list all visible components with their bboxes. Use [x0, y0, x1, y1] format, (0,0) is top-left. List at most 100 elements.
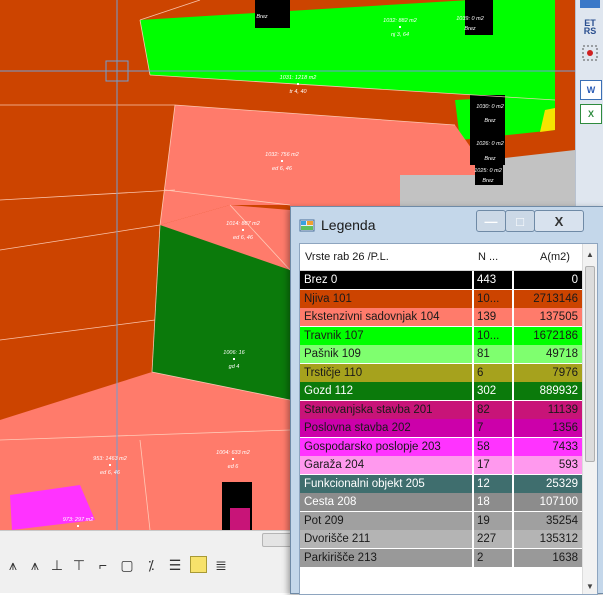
legend-row[interactable]: Garaža 204 17 593 — [300, 456, 582, 475]
tool-10-icon[interactable]: ≣ — [212, 556, 230, 574]
legend-cell-name: Travnik 107 — [300, 326, 472, 345]
tool-1-icon[interactable]: ⩚ — [4, 556, 22, 574]
legend-row[interactable]: Gospodarsko poslopje 203 58 7433 — [300, 437, 582, 457]
toolbar-top-icon[interactable] — [580, 0, 600, 8]
parcel-centroid-marker — [281, 160, 283, 162]
rs-label: RS — [583, 26, 597, 36]
legend-window[interactable]: Legenda — □ X Vrste rab 26 /P.L. N ... A… — [290, 206, 603, 595]
tool-2-icon[interactable]: ⩚ — [26, 556, 44, 574]
parcel-area-label: 1014: 887 m2 — [226, 221, 260, 227]
close-button[interactable]: X — [534, 210, 584, 232]
word-icon: W — [586, 85, 596, 95]
legend-cell-area: 137505 — [514, 308, 582, 326]
legend-row[interactable]: Pašnik 109 81 49718 — [300, 345, 582, 364]
parcel-area-label: 1006: 16 — [223, 350, 245, 356]
legend-title: Legenda — [321, 217, 376, 233]
parcel-centroid-marker — [109, 464, 111, 466]
legend-row[interactable]: Gozd 112 302 889932 — [300, 382, 582, 401]
legend-cell-area: 1638 — [514, 548, 582, 567]
minimize-icon: — — [484, 213, 498, 229]
parcel-centroid-marker — [297, 83, 299, 85]
parcel-code-label: ed 6, 46 — [233, 235, 254, 241]
legend-cell-n: 18 — [474, 493, 512, 511]
column-header-name[interactable]: Vrste rab 26 /P.L. — [305, 251, 389, 263]
column-header-area[interactable]: A(m2) — [540, 251, 570, 263]
legend-cell-name: Dvorišče 211 — [300, 530, 472, 548]
legend-table[interactable]: Vrste rab 26 /P.L. N ... A(m2) Brez 0 443… — [299, 243, 598, 595]
building-label: Brez — [256, 14, 268, 20]
zoom-extent-button[interactable] — [580, 44, 600, 62]
legend-cell-n: 6 — [474, 363, 512, 382]
legend-cell-name: Trstičje 110 — [300, 363, 472, 382]
legend-row[interactable]: Stanovanjska stavba 201 82 11139 — [300, 400, 582, 420]
column-header-n[interactable]: N ... — [478, 251, 498, 263]
legend-row[interactable]: Njiva 101 10... 2713146 — [300, 289, 582, 309]
maximize-icon: □ — [516, 213, 524, 229]
legend-cell-n: 139 — [474, 308, 512, 326]
legend-cell-n: 81 — [474, 345, 512, 363]
parcel-area-label: 1004: 633 m2 — [216, 450, 250, 456]
building-label: 1026: 0 m2 — [476, 141, 504, 147]
minimize-button[interactable]: — — [476, 210, 506, 232]
legend-cell-area: 2713146 — [514, 289, 582, 308]
legend-cell-n: 58 — [474, 437, 512, 456]
parcel-area-label: 1032: 882 m2 — [383, 18, 417, 24]
legend-row[interactable]: Dvorišče 211 227 135312 — [300, 530, 582, 549]
parcel-centroid-marker — [399, 26, 401, 28]
parcel-area-label: 1032: 756 m2 — [265, 152, 299, 158]
word-export-button[interactable]: W — [580, 80, 602, 100]
legend-row[interactable]: Cesta 208 18 107100 — [300, 493, 582, 512]
tool-4-icon[interactable]: ⊤ — [70, 556, 88, 574]
legend-row[interactable]: Trstičje 110 6 7976 — [300, 363, 582, 383]
building-label: 1039: 0 m2 — [456, 16, 484, 22]
maximize-button[interactable]: □ — [505, 210, 535, 232]
legend-cell-n: 12 — [474, 474, 512, 493]
legend-row[interactable]: Ekstenzivni sadovnjak 104 139 137505 — [300, 308, 582, 327]
legend-row[interactable]: Travnik 107 10... 1672186 — [300, 326, 582, 346]
scroll-down-icon[interactable]: ▼ — [586, 582, 594, 591]
parcel-area-label: 1031: 1218 m2 — [280, 75, 317, 81]
et-rs-button[interactable]: ET RS — [580, 18, 600, 36]
horizontal-scroll-thumb[interactable] — [262, 533, 292, 547]
scroll-up-icon[interactable]: ▲ — [586, 250, 594, 259]
tool-3-icon[interactable]: ⊥ — [48, 556, 66, 574]
legend-cell-name: Poslovna stavba 202 — [300, 419, 472, 437]
parcel-code-label: tr 4, 40 — [289, 89, 307, 95]
legend-row[interactable]: Parkirišče 213 2 1638 — [300, 548, 582, 568]
close-icon: X — [554, 213, 564, 229]
building-label: 1030: 0 m2 — [476, 104, 504, 110]
legend-row[interactable]: Poslovna stavba 202 7 1356 — [300, 419, 582, 438]
parcel-code-label: ed 6 — [228, 464, 240, 470]
tool-5-icon[interactable]: ⌐ — [94, 556, 112, 574]
legend-table-header: Vrste rab 26 /P.L. N ... A(m2) — [300, 244, 582, 271]
legend-cell-n: 19 — [474, 511, 512, 530]
tool-7-icon[interactable]: ⁒ — [142, 556, 160, 574]
vertical-scrollbar[interactable]: ▲ ▼ — [582, 244, 597, 594]
zoom-extent-icon — [582, 45, 598, 61]
legend-cell-area: 0 — [514, 271, 582, 289]
legend-cell-name: Brez 0 — [300, 271, 472, 289]
legend-cell-area: 7433 — [514, 437, 582, 456]
excel-export-button[interactable]: X — [580, 104, 602, 124]
legend-row[interactable]: Brez 0 443 0 — [300, 271, 582, 290]
legend-cell-area: 107100 — [514, 493, 582, 511]
legend-row[interactable]: Pot 209 19 35254 — [300, 511, 582, 531]
parcel-area-label: 973: 297 m2 — [63, 517, 94, 523]
parcel-centroid-marker — [77, 525, 79, 527]
legend-cell-area: 11139 — [514, 400, 582, 419]
legend-app-icon — [299, 219, 315, 232]
legend-cell-n: 10... — [474, 289, 512, 308]
tool-9-icon[interactable] — [190, 556, 207, 573]
legend-cell-name: Garaža 204 — [300, 456, 472, 474]
building-label: 1025: 0 m2 — [474, 168, 502, 174]
building-stanovanjska[interactable] — [230, 508, 250, 530]
legend-titlebar[interactable]: Legenda — □ X — [291, 207, 603, 243]
vertical-scroll-thumb[interactable] — [585, 266, 595, 462]
parcel-area-label: 953: 1463 m2 — [93, 456, 127, 462]
tool-8-icon[interactable]: ☰ — [166, 556, 184, 574]
parcel-code-label: ed 6, 46 — [100, 470, 121, 476]
legend-cell-n: 10... — [474, 326, 512, 345]
legend-cell-name: Stanovanjska stavba 201 — [300, 400, 472, 419]
tool-6-icon[interactable]: ▢ — [118, 556, 136, 574]
legend-row[interactable]: Funkcionalni objekt 205 12 25329 — [300, 474, 582, 494]
